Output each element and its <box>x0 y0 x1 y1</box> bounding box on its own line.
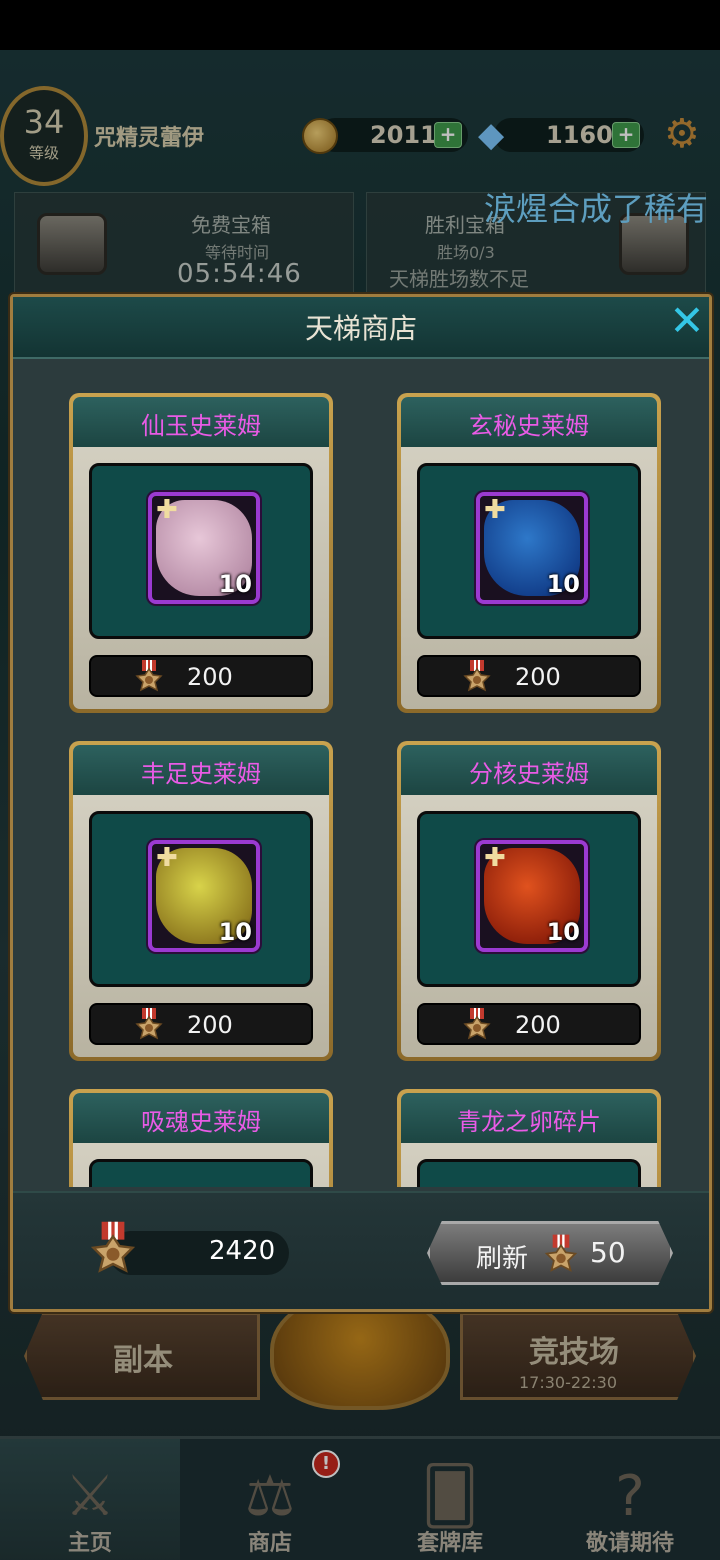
item-name: 丰足史莱姆 <box>141 760 261 788</box>
card-namebar: 分核史莱姆 <box>401 745 657 795</box>
shop-item-card[interactable]: 吸魂史莱姆 <box>69 1089 333 1187</box>
card-body: 分核史莱姆 ✚ 10 200 <box>401 745 657 1057</box>
price-bar: 200 <box>89 1003 313 1045</box>
item-slot: ✚ 10 <box>417 811 641 987</box>
puzzle-piece-icon: ✚ <box>484 495 506 525</box>
shop-item-card[interactable]: 分核史莱姆 ✚ 10 200 <box>397 741 661 1061</box>
item-name: 吸魂史莱姆 <box>141 1108 261 1136</box>
close-icon[interactable]: ✕ <box>667 299 707 343</box>
item-slot <box>89 1159 313 1187</box>
card-body: 吸魂史莱姆 <box>73 1093 329 1187</box>
price-bar: 200 <box>417 655 641 697</box>
item-slot: ✚ 10 <box>89 463 313 639</box>
card-body: 青龙之卵碎片 <box>401 1093 657 1187</box>
item-count: 10 <box>546 570 580 598</box>
puzzle-piece-icon: ✚ <box>156 495 178 525</box>
item-slot: ✚ 10 <box>89 811 313 987</box>
shop-item-card[interactable]: 丰足史莱姆 ✚ 10 200 <box>69 741 333 1061</box>
ladder-medal-icon <box>135 1008 163 1040</box>
refresh-button[interactable]: 刷新 50 <box>427 1221 673 1285</box>
item-slot <box>417 1159 641 1187</box>
dialog-footer: 2420 刷新 50 <box>13 1191 709 1309</box>
item-price: 200 <box>187 663 233 691</box>
dialog-title: 天梯商店 <box>304 312 417 345</box>
item-count: 10 <box>546 918 580 946</box>
card-body: 玄秘史莱姆 ✚ 10 200 <box>401 397 657 709</box>
card-namebar: 玄秘史莱姆 <box>401 397 657 447</box>
ladder-medal-icon <box>463 660 491 692</box>
ladder-medal-icon <box>135 660 163 692</box>
ladder-medal-icon <box>463 1008 491 1040</box>
item-price: 200 <box>515 1011 561 1039</box>
item-name: 仙玉史莱姆 <box>141 412 261 440</box>
refresh-cost: 50 <box>590 1236 626 1269</box>
puzzle-piece-icon: ✚ <box>484 843 506 873</box>
item-name: 青龙之卵碎片 <box>457 1108 601 1136</box>
shop-item-card[interactable]: 青龙之卵碎片 <box>397 1089 661 1187</box>
item-frame: ✚ 10 <box>148 840 260 952</box>
item-slot: ✚ 10 <box>417 463 641 639</box>
medal-balance: 2420 <box>209 1236 276 1266</box>
puzzle-piece-icon: ✚ <box>156 843 178 873</box>
card-body: 仙玉史莱姆 ✚ 10 200 <box>73 397 329 709</box>
item-price: 200 <box>515 663 561 691</box>
dialog-header: 天梯商店 ✕ <box>13 297 709 359</box>
card-namebar: 青龙之卵碎片 <box>401 1093 657 1143</box>
price-bar: 200 <box>417 1003 641 1045</box>
shop-item-card[interactable]: 玄秘史莱姆 ✚ 10 200 <box>397 393 661 713</box>
card-namebar: 吸魂史莱姆 <box>73 1093 329 1143</box>
item-frame: ✚ 10 <box>476 492 588 604</box>
item-price: 200 <box>187 1011 233 1039</box>
shop-item-grid[interactable]: 仙玉史莱姆 ✚ 10 200 玄秘史莱姆 ✚ 10 200 丰足史莱姆 ✚ 10… <box>13 361 709 1187</box>
item-frame: ✚ 10 <box>476 840 588 952</box>
shop-item-card[interactable]: 仙玉史莱姆 ✚ 10 200 <box>69 393 333 713</box>
ladder-medal-icon <box>90 1221 136 1273</box>
card-body: 丰足史莱姆 ✚ 10 200 <box>73 745 329 1057</box>
refresh-label: 刷新 <box>476 1244 529 1274</box>
item-name: 玄秘史莱姆 <box>469 412 589 440</box>
price-bar: 200 <box>89 655 313 697</box>
item-count: 10 <box>218 918 252 946</box>
ladder-shop-dialog: 天梯商店 ✕ 仙玉史莱姆 ✚ 10 200 玄秘史莱姆 ✚ 10 200 丰足史… <box>10 294 712 1312</box>
item-frame: ✚ 10 <box>148 492 260 604</box>
item-count: 10 <box>218 570 252 598</box>
ladder-medal-icon <box>544 1234 578 1272</box>
card-namebar: 仙玉史莱姆 <box>73 397 329 447</box>
card-namebar: 丰足史莱姆 <box>73 745 329 795</box>
item-name: 分核史莱姆 <box>469 760 589 788</box>
